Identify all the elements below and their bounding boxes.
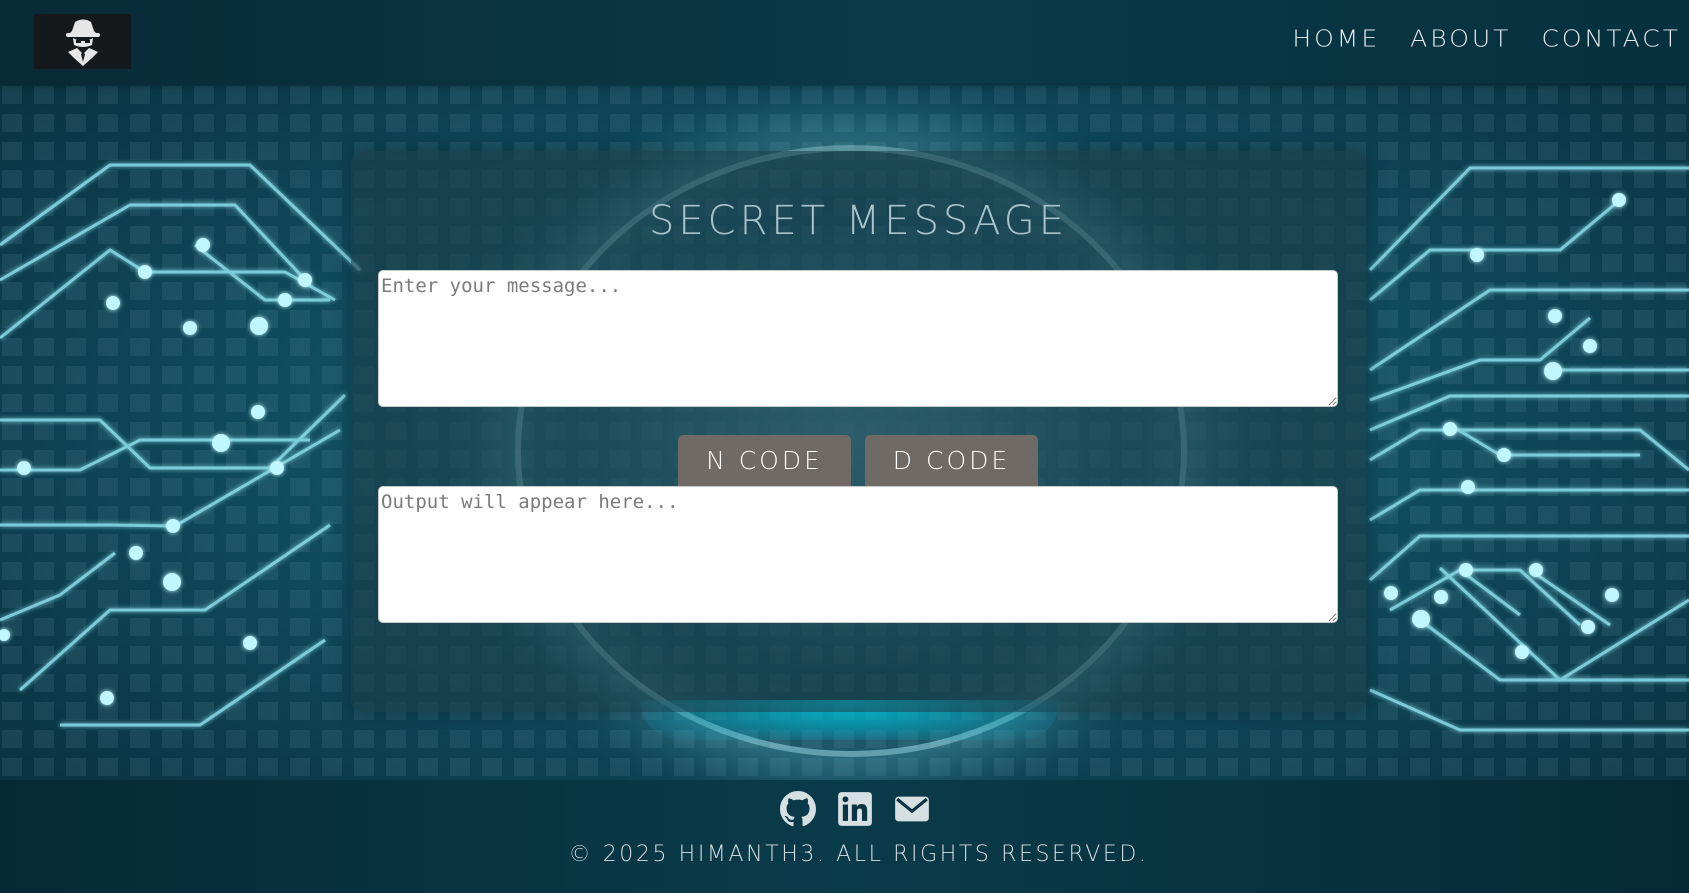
output-field[interactable] bbox=[378, 486, 1338, 623]
decode-button[interactable]: D CODE bbox=[865, 435, 1038, 486]
copyright-text: © 2025 HIMANTH3. ALL RIGHTS RESERVED. bbox=[568, 842, 1149, 867]
github-icon[interactable] bbox=[780, 791, 816, 827]
spy-hat-icon bbox=[65, 19, 100, 66]
linkedin-icon[interactable] bbox=[837, 791, 873, 827]
page: SECRET MESSAGE N CODE D CODE HOME ABOUT … bbox=[0, 0, 1689, 893]
encode-button[interactable]: N CODE bbox=[678, 435, 851, 486]
logo[interactable] bbox=[34, 14, 131, 69]
nav-links: HOME ABOUT CONTACT bbox=[1292, 22, 1681, 56]
navbar: HOME ABOUT CONTACT bbox=[0, 0, 1689, 83]
email-icon[interactable] bbox=[894, 791, 930, 827]
nav-contact-link[interactable]: CONTACT bbox=[1541, 23, 1681, 54]
message-input[interactable] bbox=[378, 270, 1338, 407]
nav-about-link[interactable]: ABOUT bbox=[1410, 23, 1511, 54]
social-links bbox=[780, 791, 930, 827]
page-title: SECRET MESSAGE bbox=[648, 198, 1069, 244]
nav-home-link[interactable]: HOME bbox=[1292, 23, 1380, 54]
